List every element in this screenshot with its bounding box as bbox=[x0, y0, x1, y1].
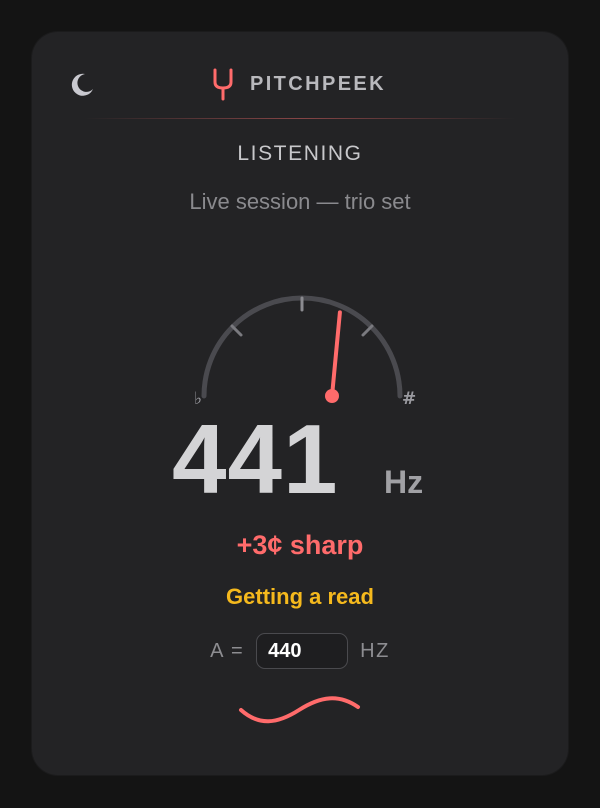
app-header: PITCHPEEK bbox=[32, 64, 568, 104]
gauge-tick-left bbox=[230, 324, 243, 337]
cents-deviation: +3¢ sharp bbox=[236, 530, 364, 560]
confidence-status: Getting a read bbox=[226, 584, 374, 609]
needle-pivot bbox=[325, 389, 339, 403]
flat-symbol: ♭ bbox=[194, 389, 202, 404]
gauge-arc bbox=[201, 295, 403, 399]
waveform-icon bbox=[239, 696, 360, 724]
reference-pitch-input[interactable] bbox=[256, 633, 349, 669]
reference-pitch-control: A = HZ bbox=[32, 632, 568, 670]
gauge-tick-right bbox=[361, 324, 374, 337]
app-name: PITCHPEEK bbox=[249, 72, 387, 95]
reference-prefix: A = bbox=[210, 639, 245, 662]
frequency-unit: Hz bbox=[384, 464, 424, 500]
tuning-fork-icon bbox=[213, 68, 233, 101]
tuning-gauge: ♭ # bbox=[194, 295, 416, 404]
status-label: LISTENING bbox=[237, 142, 363, 165]
frequency-value: 441 bbox=[172, 404, 339, 514]
frequency-readout: 441 Hz bbox=[32, 404, 568, 514]
session-name: Live session — trio set bbox=[189, 189, 411, 214]
reference-unit: HZ bbox=[360, 639, 390, 662]
pitch-needle bbox=[330, 310, 342, 398]
sharp-symbol: # bbox=[402, 389, 416, 404]
tuner-card: PITCHPEEK LISTENING Live session — trio … bbox=[32, 32, 568, 775]
header-divider bbox=[84, 118, 516, 119]
